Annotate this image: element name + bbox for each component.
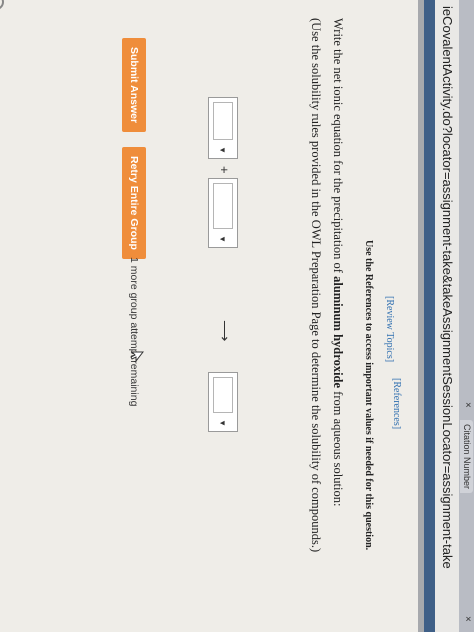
reactant-2-dropdown[interactable]: ▼	[208, 178, 238, 248]
reactant-2-field[interactable]	[213, 183, 233, 229]
prompt-prefix: Write the net ionic equation for the pre…	[331, 18, 345, 277]
browser-tab-citation[interactable]: Citation Number	[460, 420, 473, 494]
browser-tab-bar: × Citation Number ×	[459, 0, 474, 632]
references-note: Use the References to access important v…	[363, 240, 374, 551]
question-panel: [References] [Review Topics] Use the Ref…	[0, 0, 418, 632]
window-close-icon[interactable]: ×	[462, 616, 473, 622]
solubility-note: (Use the solubility rules provided in th…	[309, 18, 323, 553]
prompt-compound: aluminum hydroxide	[331, 276, 345, 389]
chevron-down-icon[interactable]: ▼	[218, 419, 227, 427]
address-bar[interactable]: ieCovalentActivity.do?locator=assignment…	[434, 0, 459, 632]
chevron-down-icon[interactable]: ▼	[218, 146, 227, 154]
tab-title: Citation Number	[462, 424, 472, 490]
page-subheader-band	[418, 0, 424, 632]
mouse-cursor-icon	[130, 351, 144, 363]
chevron-down-icon[interactable]: ▼	[218, 235, 227, 243]
reactant-1-dropdown[interactable]: ▼	[208, 97, 238, 159]
tab-close-icon[interactable]: ×	[462, 402, 473, 408]
attempts-remaining-text: 1 more group attempt remaining	[128, 257, 140, 407]
review-topics-link[interactable]: [Review Topics]	[384, 296, 395, 362]
reactant-1-field[interactable]	[213, 102, 233, 140]
yields-arrow: ⟶	[216, 320, 233, 342]
product-dropdown[interactable]: ▼	[208, 372, 238, 432]
prompt-suffix: from aqueous solution:	[331, 388, 345, 507]
url-text: ieCovalentActivity.do?locator=assignment…	[440, 6, 455, 569]
submit-answer-button[interactable]: Submit Answer	[122, 38, 146, 133]
references-link[interactable]: [References]	[391, 378, 402, 429]
product-field[interactable]	[213, 377, 233, 413]
plus-sign: +	[217, 166, 232, 174]
page-header-band	[424, 0, 435, 632]
screen: × Citation Number × ieCovalentActivity.d…	[0, 0, 474, 632]
retry-group-button[interactable]: Retry Entire Group	[122, 147, 146, 259]
question-prompt: Write the net ionic equation for the pre…	[330, 18, 345, 506]
